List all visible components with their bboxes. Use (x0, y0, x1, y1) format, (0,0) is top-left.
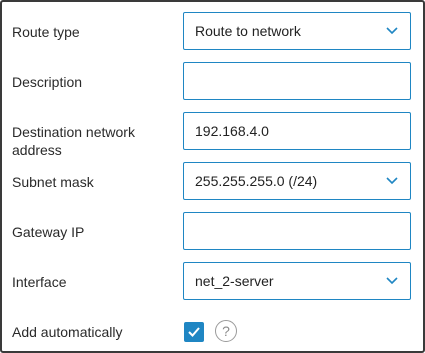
destination-label-line2: address (12, 142, 62, 158)
route-type-value: Route to network (195, 23, 301, 39)
add-automatically-label: Add automatically (12, 324, 123, 340)
interface-value: net_2-server (195, 273, 274, 289)
route-type-select[interactable]: Route to network (183, 12, 411, 50)
help-icon[interactable]: ? (215, 320, 237, 342)
destination-input[interactable]: 192.168.4.0 (183, 112, 411, 150)
destination-label-line1: Destination network (12, 124, 135, 140)
checkmark-icon (188, 327, 200, 337)
route-settings-panel: Route type Route to network Description … (0, 0, 425, 353)
route-type-label: Route type (12, 24, 80, 40)
subnet-mask-value: 255.255.255.0 (/24) (195, 173, 318, 189)
subnet-mask-select[interactable]: 255.255.255.0 (/24) (183, 162, 411, 200)
interface-label: Interface (12, 274, 67, 290)
subnet-mask-label: Subnet mask (12, 174, 94, 190)
destination-value: 192.168.4.0 (195, 123, 269, 139)
gateway-ip-input[interactable] (183, 212, 411, 250)
interface-select[interactable]: net_2-server (183, 262, 411, 300)
chevron-down-icon (386, 27, 398, 35)
chevron-down-icon (386, 277, 398, 285)
add-automatically-checkbox[interactable] (184, 322, 204, 342)
chevron-down-icon (386, 177, 398, 185)
description-label: Description (12, 74, 83, 90)
description-input[interactable] (183, 62, 411, 100)
gateway-ip-label: Gateway IP (12, 224, 85, 240)
